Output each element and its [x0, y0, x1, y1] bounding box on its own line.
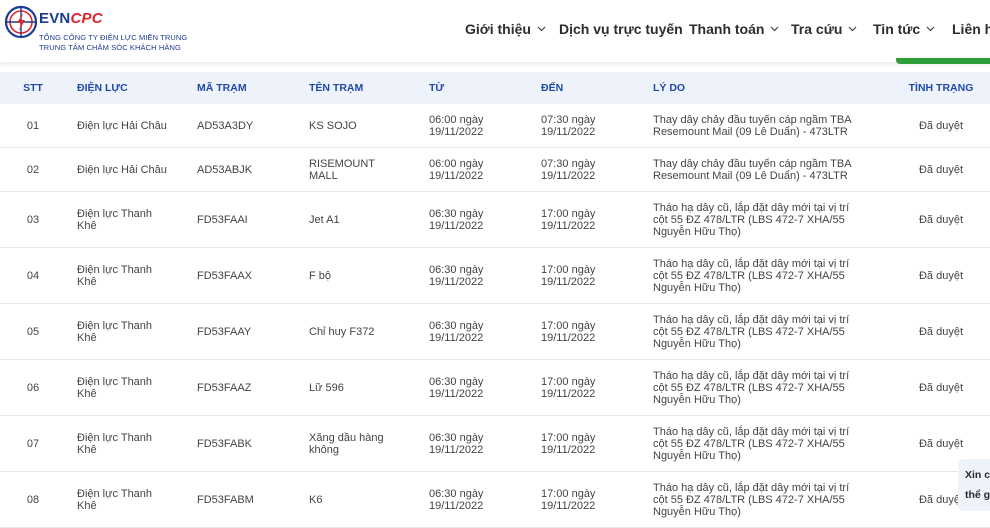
cell-dien-luc: Điện lực Thanh Khê	[66, 303, 186, 360]
evn-logo-icon[interactable]	[4, 5, 38, 39]
col-header-dien-luc: ĐIỆN LỰC	[66, 72, 186, 104]
col-header-stt: STT	[0, 72, 66, 104]
table-row: 07 Điện lực Thanh Khê FD53FABK Xăng dầu …	[0, 415, 990, 472]
nav-thanh-toan[interactable]: Thanh toán	[689, 19, 779, 39]
cell-ma-tram: FD53FAAY	[186, 303, 298, 360]
cell-ma-tram: FD53FAAX	[186, 247, 298, 304]
cell-stt: 03	[0, 191, 66, 248]
col-header-ma-tram: MÃ TRẠM	[186, 72, 298, 104]
chat-text-line-2: thể g	[965, 489, 990, 501]
cell-den: 17:00 ngày 19/11/2022	[530, 415, 642, 472]
table-row: 01 Điện lực Hải Châu AD53A3DY KS SOJO 06…	[0, 104, 990, 148]
cell-ly-do: Tháo hạ dây cũ, lắp đặt dây mới tại vị t…	[642, 247, 892, 304]
brand-name[interactable]: EVNCPC	[39, 10, 103, 28]
cell-ly-do: Thay dây chảy đầu tuyến cáp ngầm TBA Res…	[642, 104, 892, 148]
cell-dien-luc: Điện lực Thanh Khê	[66, 415, 186, 472]
nav-gioi-thieu[interactable]: Giới thiệu	[465, 19, 546, 39]
cell-tinh-trang: Đã duyệt	[892, 104, 990, 148]
cell-stt: 01	[0, 104, 66, 148]
table-row: 02 Điện lực Hải Châu AD53ABJK RISEMOUNT …	[0, 147, 990, 192]
cell-ten-tram: Lữ 596	[298, 359, 418, 416]
cell-ly-do: Tháo hạ dây cũ, lắp đặt dây mới tại vị t…	[642, 359, 892, 416]
table-row: 03 Điện lực Thanh Khê FD53FAAI Jet A1 06…	[0, 191, 990, 248]
nav-lien-he[interactable]: Liên hệ	[952, 19, 990, 39]
nav-tin-tuc[interactable]: Tin tức	[873, 19, 935, 39]
cell-dien-luc: Điện lực Thanh Khê	[66, 471, 186, 528]
chat-text-line-1: Xin c	[965, 469, 990, 481]
cell-den: 17:00 ngày 19/11/2022	[530, 359, 642, 416]
cell-ten-tram: F bộ	[298, 247, 418, 304]
cell-ten-tram: RISEMOUNT MALL	[298, 147, 418, 192]
cell-den: 17:00 ngày 19/11/2022	[530, 471, 642, 528]
cell-stt: 02	[0, 147, 66, 192]
cell-dien-luc: Điện lực Hải Châu	[66, 104, 186, 148]
cell-stt: 05	[0, 303, 66, 360]
cell-tu: 06:30 ngày 19/11/2022	[418, 359, 530, 416]
chevron-down-icon	[848, 26, 857, 32]
cell-tu: 06:00 ngày 19/11/2022	[418, 147, 530, 192]
cell-ma-tram: AD53ABJK	[186, 147, 298, 192]
col-header-ten-tram: TÊN TRẠM	[298, 72, 418, 104]
cell-tu: 06:00 ngày 19/11/2022	[418, 104, 530, 148]
cell-stt: 04	[0, 247, 66, 304]
col-header-tu: TỪ	[418, 72, 530, 104]
col-header-tinh-trang: TÌNH TRẠNG	[892, 72, 990, 104]
brand-line-2: TRUNG TÂM CHĂM SÓC KHÁCH HÀNG	[39, 43, 181, 52]
cell-dien-luc: Điện lực Hải Châu	[66, 147, 186, 192]
cell-tinh-trang: Đã duyệt	[892, 359, 990, 416]
cell-ten-tram: Jet A1	[298, 191, 418, 248]
cell-dien-luc: Điện lực Thanh Khê	[66, 359, 186, 416]
chat-widget[interactable]: Xin c thể g	[958, 459, 990, 511]
table-header-row: STT ĐIỆN LỰC MÃ TRẠM TÊN TRẠM TỪ ĐẾN LÝ …	[0, 72, 990, 104]
table-row: 05 Điện lực Thanh Khê FD53FAAY Chỉ huy F…	[0, 303, 990, 360]
cell-ly-do: Tháo hạ dây cũ, lắp đặt dây mới tại vị t…	[642, 191, 892, 248]
cell-tinh-trang: Đã duyệt	[892, 191, 990, 248]
cell-den: 17:00 ngày 19/11/2022	[530, 247, 642, 304]
cell-tu: 06:30 ngày 19/11/2022	[418, 191, 530, 248]
cell-den: 17:00 ngày 19/11/2022	[530, 191, 642, 248]
cell-den: 07:30 ngày 19/11/2022	[530, 104, 642, 148]
cell-ma-tram: FD53FABM	[186, 471, 298, 528]
table-row: 04 Điện lực Thanh Khê FD53FAAX F bộ 06:3…	[0, 247, 990, 304]
cell-dien-luc: Điện lực Thanh Khê	[66, 191, 186, 248]
table-row: 08 Điện lực Thanh Khê FD53FABM K6 06:30 …	[0, 471, 990, 528]
table-row: 06 Điện lực Thanh Khê FD53FAAZ Lữ 596 06…	[0, 359, 990, 416]
chevron-down-icon	[537, 26, 546, 32]
cell-tu: 06:30 ngày 19/11/2022	[418, 303, 530, 360]
cell-stt: 08	[0, 471, 66, 528]
nav-dich-vu-truc-tuyen[interactable]: Dịch vụ trực tuyến	[559, 19, 683, 39]
outage-schedule-table: STT ĐIỆN LỰC MÃ TRẠM TÊN TRẠM TỪ ĐẾN LÝ …	[0, 72, 990, 528]
cell-tu: 06:30 ngày 19/11/2022	[418, 415, 530, 472]
cell-tinh-trang: Đã duyệt	[892, 303, 990, 360]
chevron-down-icon	[926, 26, 935, 32]
cell-ten-tram: KS SOJO	[298, 104, 418, 148]
cell-tu: 06:30 ngày 19/11/2022	[418, 247, 530, 304]
cell-ly-do: Tháo hạ dây cũ, lắp đặt dây mới tại vị t…	[642, 415, 892, 472]
cell-ten-tram: Xăng dầu hàng không	[298, 415, 418, 472]
cell-dien-luc: Điện lực Thanh Khê	[66, 247, 186, 304]
cell-stt: 07	[0, 415, 66, 472]
cell-ma-tram: FD53FABK	[186, 415, 298, 472]
site-header: EVNCPC TỔNG CÔNG TY ĐIỆN LỰC MIỀN TRUNG …	[0, 0, 990, 62]
cell-den: 17:00 ngày 19/11/2022	[530, 303, 642, 360]
cell-ma-tram: AD53A3DY	[186, 104, 298, 148]
cell-ly-do: Thay dây chảy đầu tuyến cáp ngầm TBA Res…	[642, 147, 892, 192]
cell-tinh-trang: Đã duyệt	[892, 247, 990, 304]
cell-den: 07:30 ngày 19/11/2022	[530, 147, 642, 192]
nav-tra-cuu[interactable]: Tra cứu	[791, 19, 857, 39]
chevron-down-icon	[771, 26, 779, 32]
cell-ma-tram: FD53FAAI	[186, 191, 298, 248]
green-action-tab[interactable]	[896, 58, 990, 64]
cell-ma-tram: FD53FAAZ	[186, 359, 298, 416]
col-header-den: ĐẾN	[530, 72, 642, 104]
cell-ly-do: Tháo hạ dây cũ, lắp đặt dây mới tại vị t…	[642, 471, 892, 528]
cell-ly-do: Tháo hạ dây cũ, lắp đặt dây mới tại vị t…	[642, 303, 892, 360]
col-header-ly-do: LÝ DO	[642, 72, 892, 104]
cell-ten-tram: K6	[298, 471, 418, 528]
cell-tu: 06:30 ngày 19/11/2022	[418, 471, 530, 528]
brand-line-1: TỔNG CÔNG TY ĐIỆN LỰC MIỀN TRUNG	[39, 33, 188, 42]
cell-ten-tram: Chỉ huy F372	[298, 303, 418, 360]
cell-stt: 06	[0, 359, 66, 416]
cell-tinh-trang: Đã duyệt	[892, 147, 990, 192]
